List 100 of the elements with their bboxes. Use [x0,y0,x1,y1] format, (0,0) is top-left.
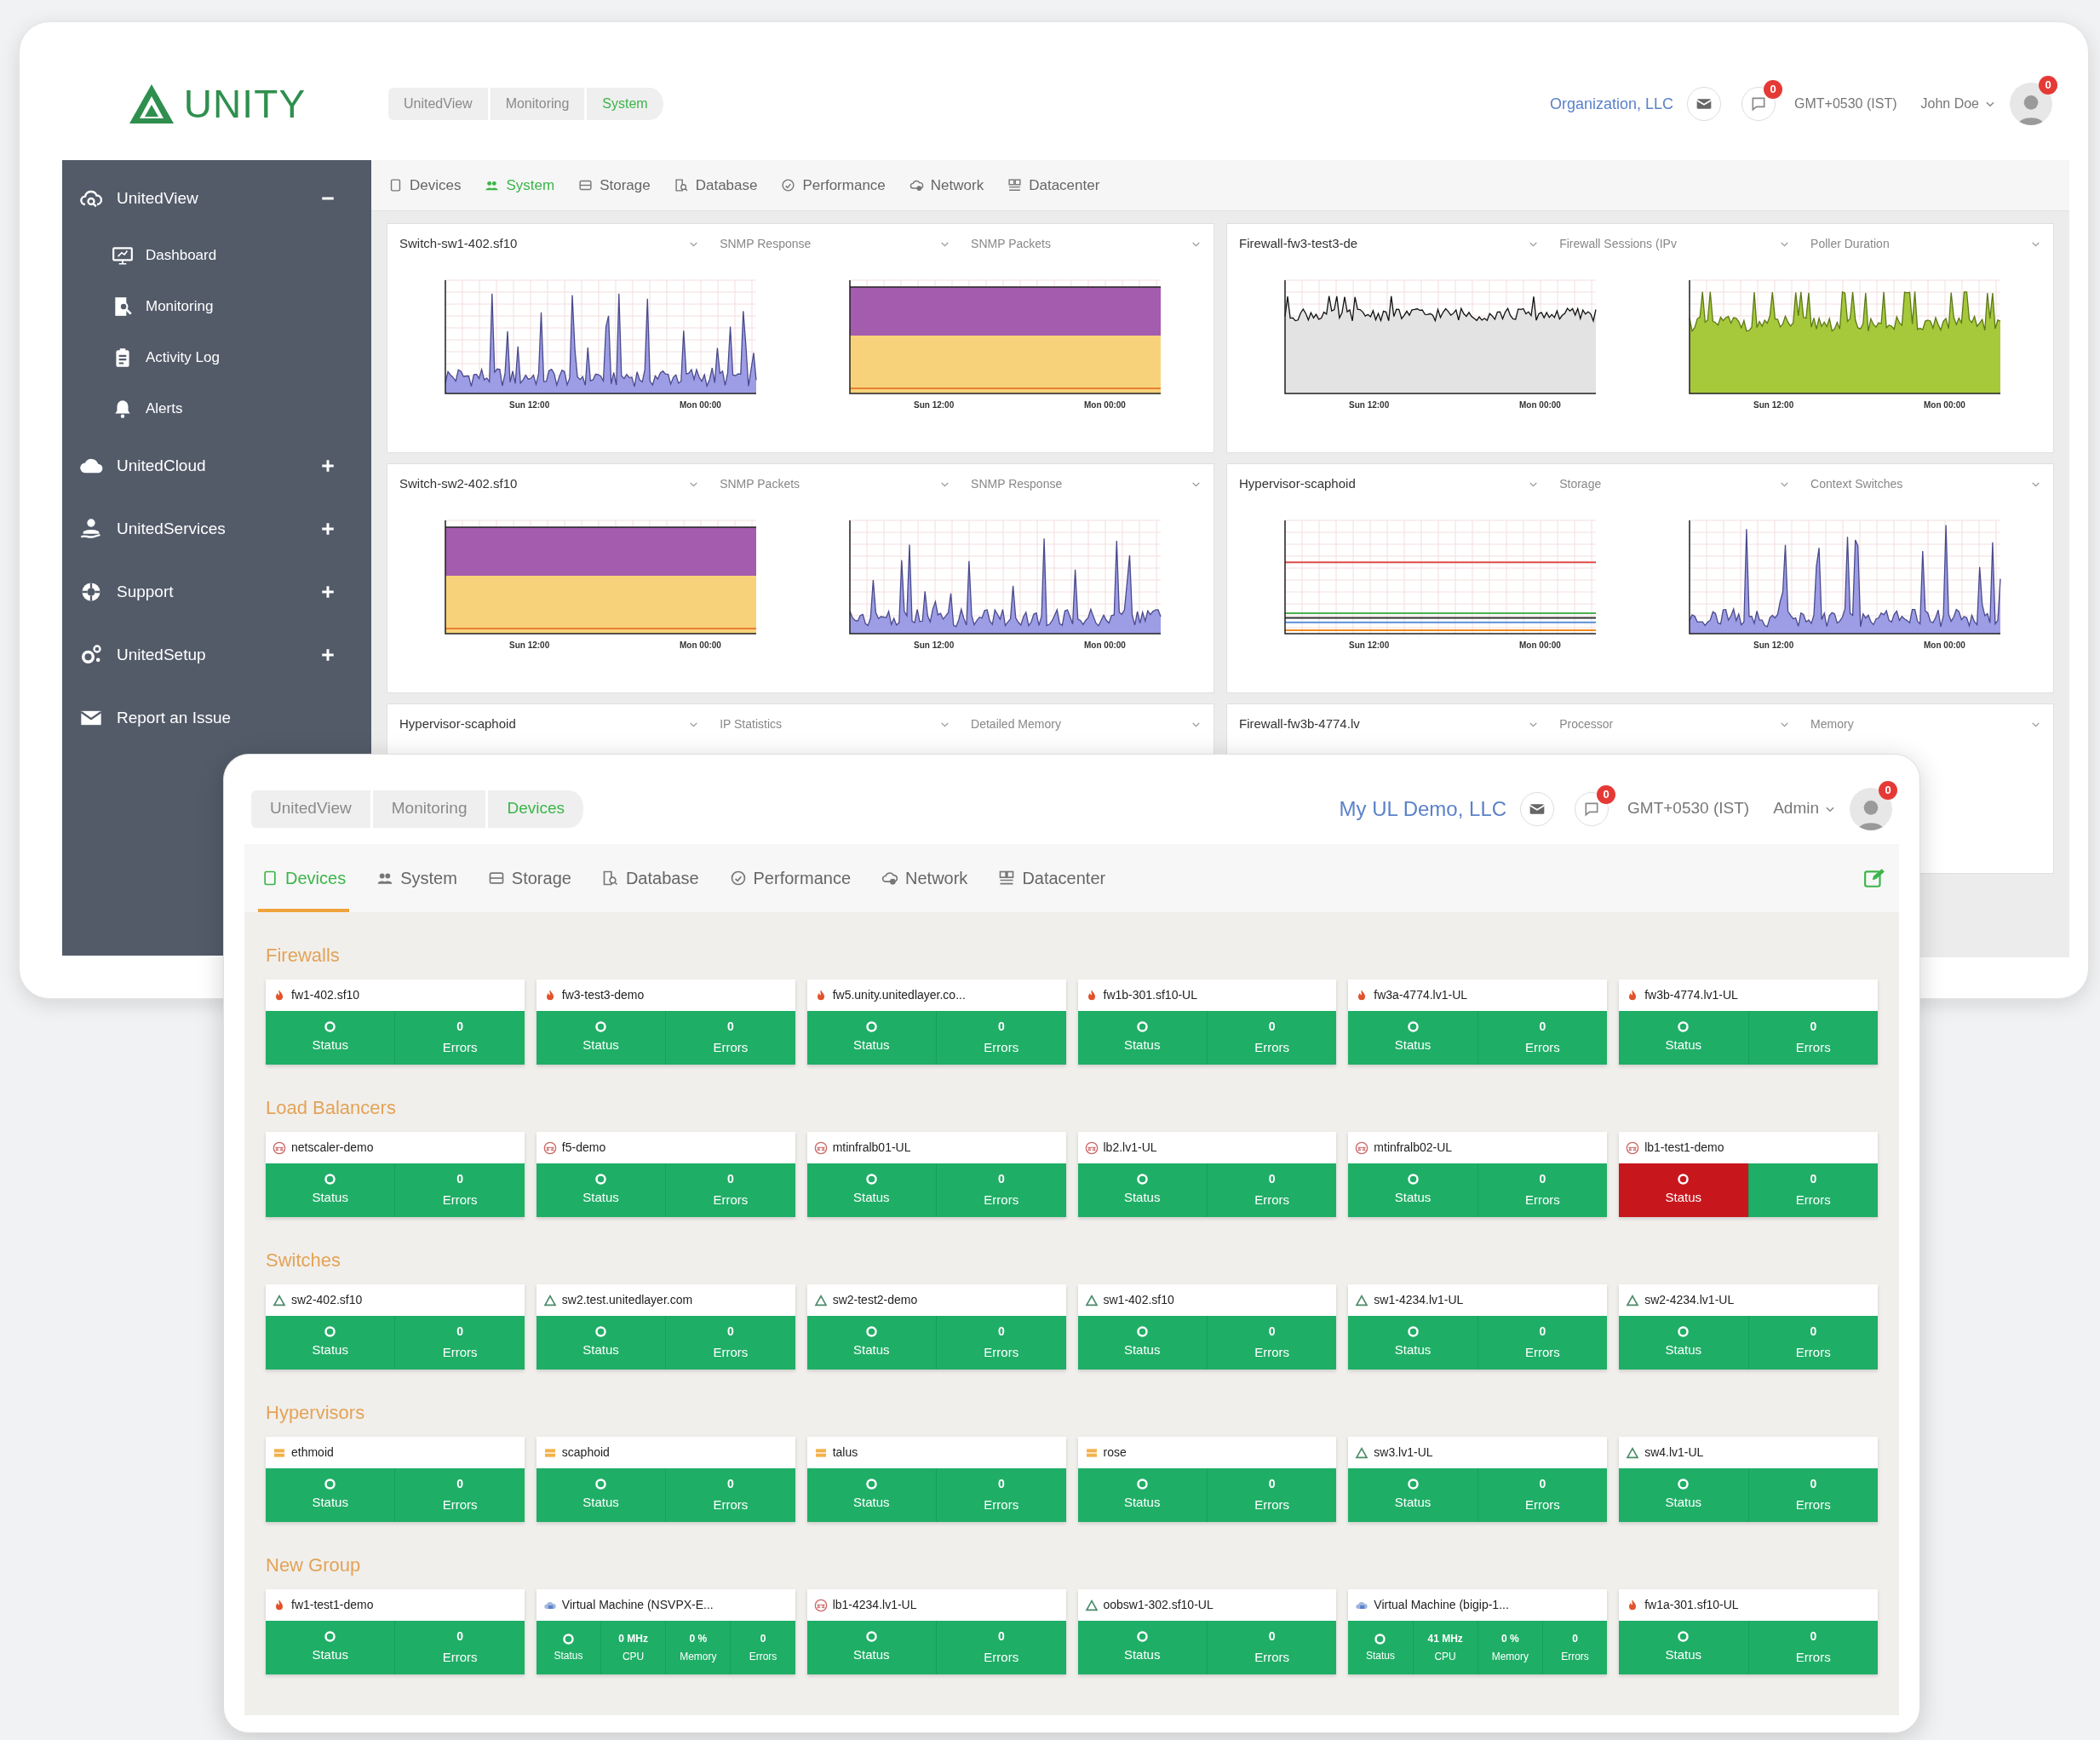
metric-label: Errors [1525,1344,1560,1362]
sidebar-item[interactable]: Report an Issue [117,705,354,731]
sidebar-subitem[interactable]: Activity Log [146,347,220,369]
axis-label: Sun 12:00 [913,640,954,650]
device-card[interactable]: fw1b-301.sf10-UL Status 0 Errors [1077,979,1337,1065]
device-card[interactable]: fw5.unity.unitedlayer.co... Status 0 Errors [806,979,1066,1065]
avatar[interactable] [2010,83,2052,125]
dropdown-select[interactable]: SNMP Packets [971,233,1202,255]
device-card[interactable]: sw3.lv1-UL Status 0 Errors [1348,1437,1608,1522]
device-card[interactable]: rose Status 0 Errors [1077,1437,1337,1522]
sidebar-item[interactable]: UnitedSetup [117,642,307,668]
metric-value: 0 % [1501,1632,1519,1646]
dropdown-select[interactable]: SNMP Response [720,233,951,255]
device-card[interactable]: ethmoid Status 0 Errors [266,1437,525,1522]
group-title: Hypervisors [266,1401,366,1425]
device-card[interactable]: sw1-402.sf10 Status 0 Errors [1077,1284,1337,1370]
tab[interactable]: Database [598,844,703,912]
dropdown-select[interactable]: Poller Duration [1810,233,2041,255]
dropdown-select[interactable]: Memory [1810,713,2041,735]
metric-label: Memory [1491,1650,1529,1664]
sidebar-item[interactable]: Support [117,579,307,605]
metric-value: 0 [1810,1476,1817,1493]
tab[interactable]: Storage [578,174,651,197]
sidebar-item[interactable]: UnitedCloud [117,453,307,479]
avatar[interactable] [1850,787,1892,830]
device-card[interactable]: sw2.test.unitedlayer.com Status 0 Errors [536,1284,795,1370]
expand-icon[interactable] [320,521,336,537]
tab[interactable]: Datacenter [1007,174,1100,197]
dropdown-select[interactable]: Firewall Sessions (IPv [1559,233,1791,255]
device-card[interactable]: scaphoid Status 0 Errors [536,1437,795,1522]
sidebar-item[interactable]: UnitedView [117,186,307,211]
user-menu[interactable]: John Doe [1920,94,1996,114]
tab[interactable]: Database [674,174,758,197]
expand-icon[interactable] [320,458,336,474]
axis-label: Sun 12:00 [508,640,549,650]
metric-label: Errors [1525,1039,1560,1057]
sidebar-subitem[interactable]: Monitoring [146,296,214,318]
dropdown-select[interactable]: Context Switches [1810,473,2041,495]
tab[interactable]: Devices [388,174,462,197]
metric-label: CPU [1434,1650,1456,1664]
device-name: lb1-4234.lv1-UL [832,1597,917,1613]
device-card[interactable]: lb1-4234.lv1-UL Status 0 Errors [806,1589,1066,1674]
user-menu[interactable]: Admin [1773,796,1836,821]
dropdown-select[interactable]: Detailed Memory [971,713,1202,735]
datacenter-icon [998,870,1016,887]
tab[interactable]: Performance [726,844,854,912]
device-card[interactable]: mtinfralb02-UL Status 0 Errors [1348,1132,1608,1217]
device-card[interactable]: lb1-test1-demo Status 0 Errors [1619,1132,1878,1217]
triangle-icon [542,1293,557,1307]
dropdown-select[interactable]: Hypervisor-scaphoid [399,713,700,735]
axis-label: Sun 12:00 [508,400,549,410]
device-card[interactable]: fw1-test1-demo Status 0 Errors [266,1589,525,1674]
dropdown-select[interactable]: SNMP Response [971,473,1202,495]
dropdown-select[interactable]: SNMP Packets [720,473,951,495]
device-card[interactable]: fw1-402.sf10 Status 0 Errors [266,979,525,1065]
tab[interactable]: System [373,844,461,912]
tab[interactable]: Storage [484,844,575,912]
dropdown-select[interactable]: Firewall-fw3-test3-de [1239,233,1540,255]
tab[interactable]: Performance [781,174,886,197]
device-card[interactable]: Virtual Machine (NSVPX-E... Status 0 MHz CPU 0 % Memory 0 Errors [536,1589,795,1674]
dropdown-select[interactable]: Switch-sw1-402.sf10 [399,233,700,255]
tab[interactable]: Network [878,844,972,912]
device-card[interactable]: f5-demo Status 0 Errors [536,1132,795,1217]
device-card[interactable]: oobsw1-302.sf10-UL Status 0 Errors [1077,1589,1337,1674]
device-card[interactable]: fw3b-4774.lv1-UL Status 0 Errors [1619,979,1878,1065]
device-card[interactable]: fw1a-301.sf10-UL Status 0 Errors [1619,1589,1878,1674]
sidebar-item[interactable]: UnitedServices [117,516,307,542]
dropdown-select[interactable]: Switch-sw2-402.sf10 [399,473,700,495]
expand-icon[interactable] [320,647,336,663]
axis-label: Mon 00:00 [679,640,721,650]
dropdown-select[interactable]: IP Statistics [720,713,951,735]
sidebar-subitem[interactable]: Dashboard [146,244,217,267]
dropdown-select[interactable]: Firewall-fw3b-4774.lv [1239,713,1540,735]
device-card[interactable]: mtinfralb01-UL Status 0 Errors [806,1132,1066,1217]
device-card[interactable]: lb2.lv1-UL Status 0 Errors [1077,1132,1337,1217]
tab[interactable]: Network [909,174,984,197]
device-card[interactable]: netscaler-demo Status 0 Errors [266,1132,525,1217]
dropdown-select[interactable]: Hypervisor-scaphoid [1239,473,1540,495]
dropdown-select[interactable]: Processor [1559,713,1791,735]
device-card[interactable]: Virtual Machine (bigip-1... Status 41 MHz CPU 0 % Memory 0 Errors [1348,1589,1608,1674]
expand-icon[interactable] [320,584,336,600]
device-card[interactable]: sw2-test2-demo Status 0 Errors [806,1284,1066,1370]
device-name: fw1b-301.sf10-UL [1103,987,1197,1003]
dropdown-select[interactable]: Storage [1559,473,1791,495]
tab[interactable]: Datacenter [995,844,1110,912]
metric-label: Errors [713,1039,749,1057]
device-name: mtinfralb01-UL [832,1140,911,1156]
notification-badge: 0 [1879,780,1897,800]
metric-value: 0 [727,1476,734,1493]
sidebar-subitem[interactable]: Alerts [146,398,183,420]
device-card[interactable]: fw3a-4774.lv1-UL Status 0 Errors [1348,979,1608,1065]
device-card[interactable]: sw2-402.sf10 Status 0 Errors [266,1284,525,1370]
device-card[interactable]: fw3-test3-demo Status 0 Errors [536,979,795,1065]
device-card[interactable]: sw4.lv1-UL Status 0 Errors [1619,1437,1878,1522]
database-icon [674,178,689,192]
metric-label: Errors [1254,1192,1290,1209]
device-card[interactable]: sw2-4234.lv1-UL Status 0 Errors [1619,1284,1878,1370]
metric-label: Status [853,1494,890,1512]
device-card[interactable]: sw1-4234.lv1-UL Status 0 Errors [1348,1284,1608,1370]
device-card[interactable]: talus Status 0 Errors [806,1437,1066,1522]
